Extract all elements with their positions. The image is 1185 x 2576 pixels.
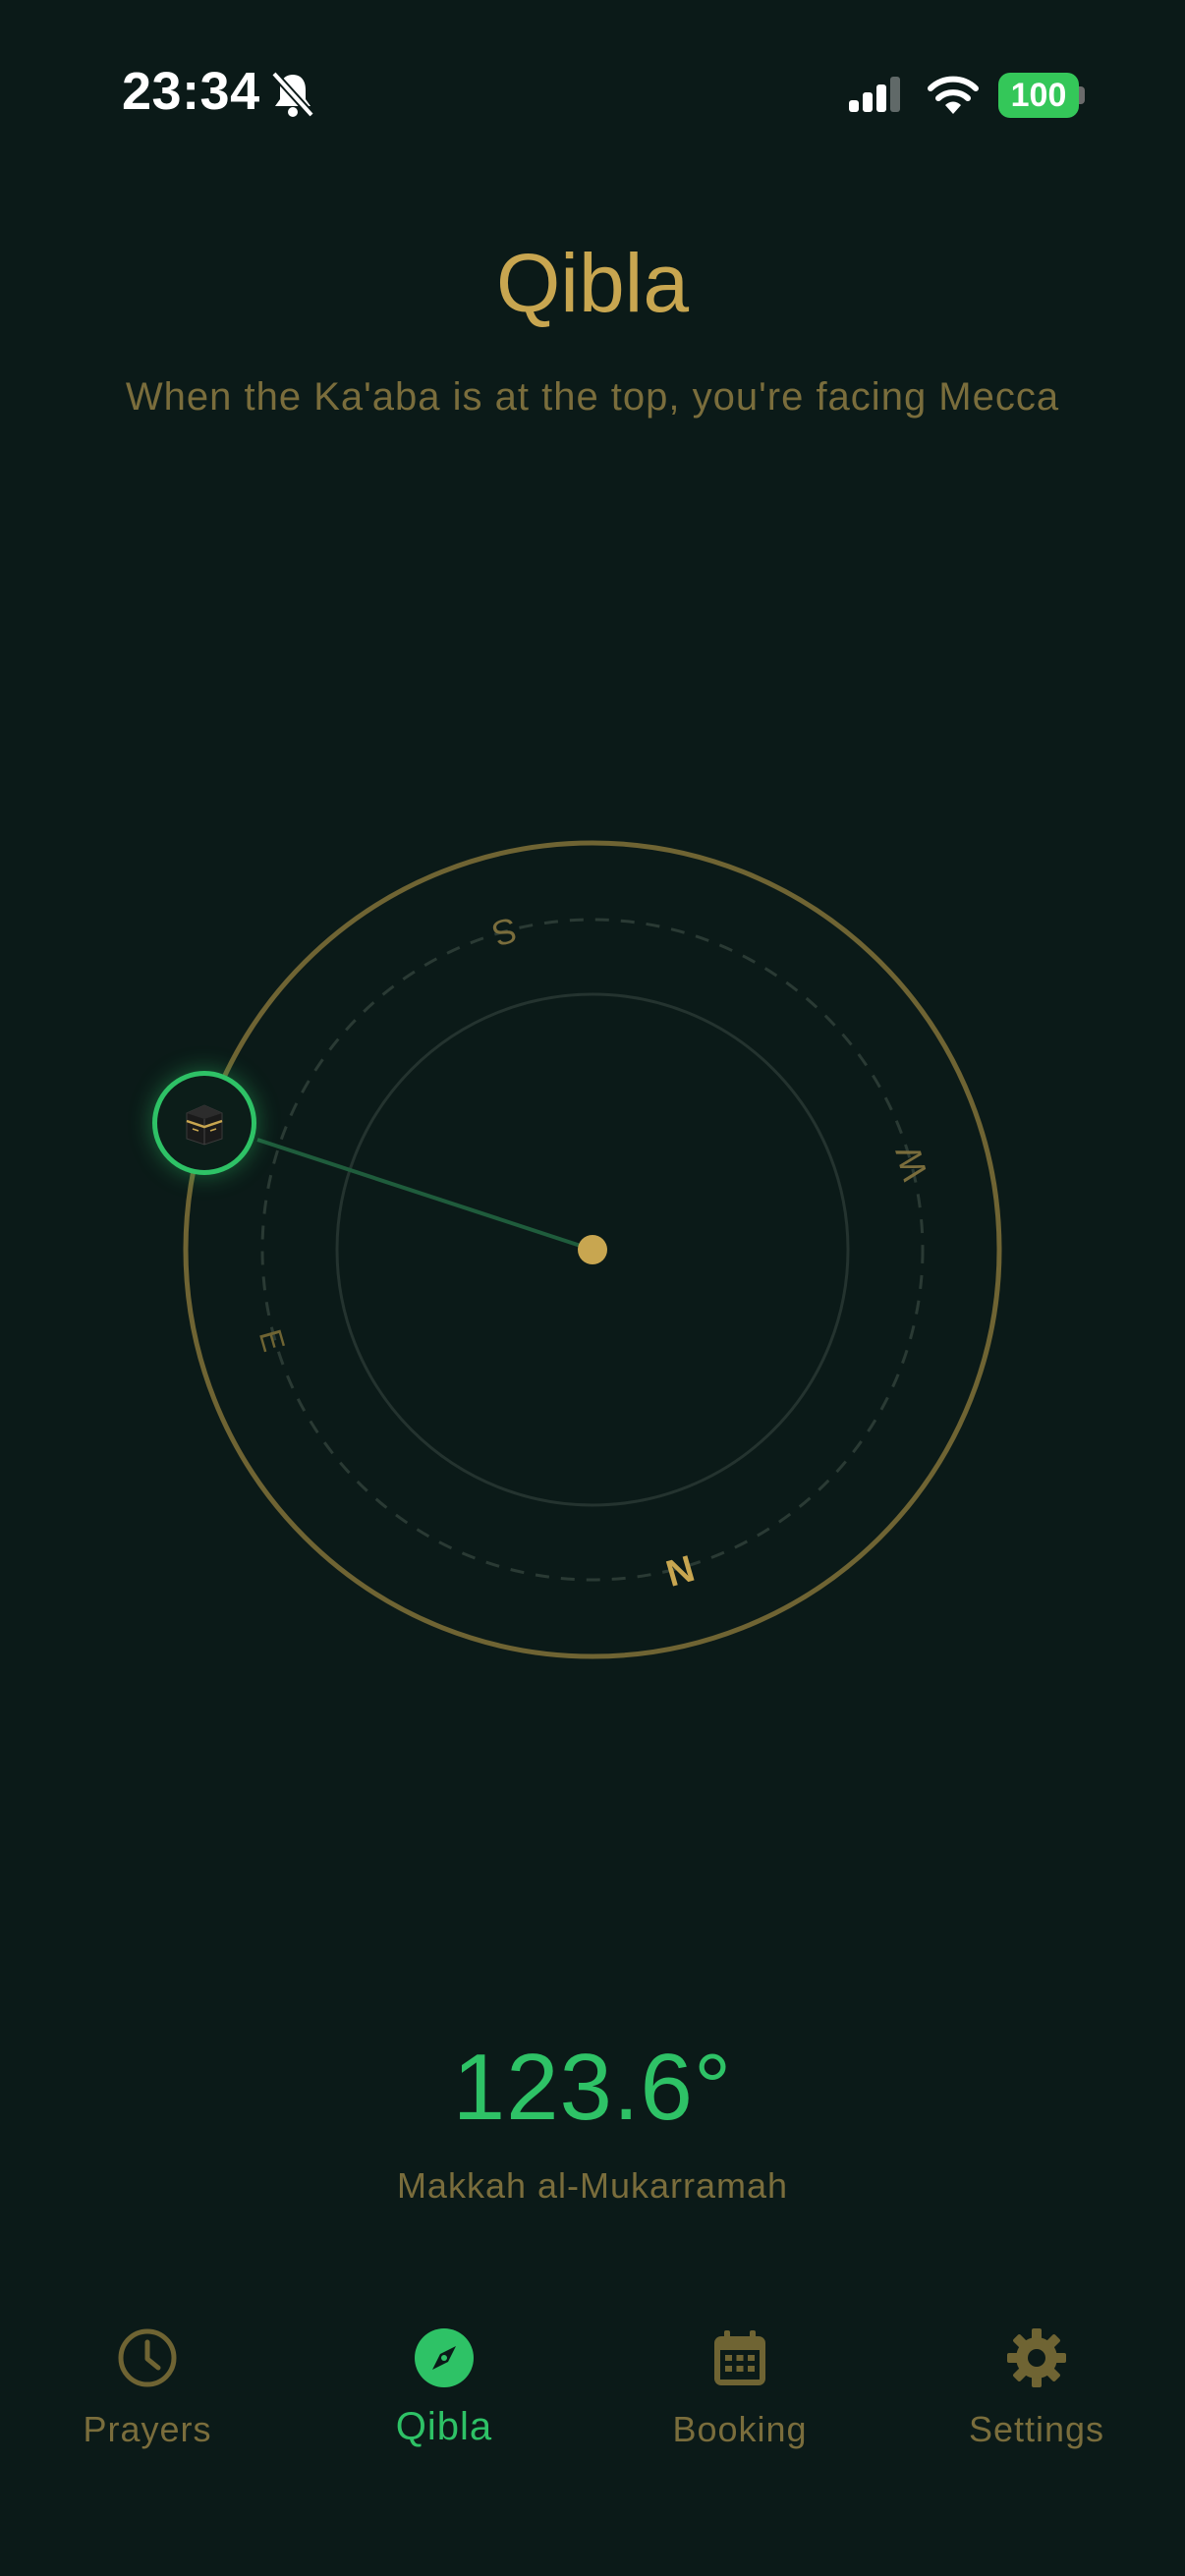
- compass-dashed-ring: [260, 918, 925, 1582]
- compass-inner-ring: [335, 992, 850, 1507]
- status-time: 23:34: [122, 62, 260, 121]
- tab-bar: Prayers Qibla Booking Settings: [0, 2289, 1185, 2576]
- status-bar: 23:34 100: [0, 0, 1185, 196]
- battery-nub: [1079, 86, 1085, 104]
- compass-icon: [415, 2328, 474, 2387]
- page-subtitle: When the Ka'aba is at the top, you're fa…: [125, 375, 1060, 419]
- compass-north-label: N: [662, 1548, 700, 1596]
- bell-muted-icon: [271, 71, 314, 118]
- qibla-location: Makkah al-Mukarramah: [396, 2165, 789, 2206]
- gear-icon: [1007, 2328, 1066, 2387]
- tab-prayers-label: Prayers: [83, 2409, 212, 2449]
- tab-qibla-label: Qibla: [395, 2405, 493, 2448]
- tab-prayers[interactable]: Prayers: [0, 2289, 295, 2486]
- tab-settings[interactable]: Settings: [889, 2289, 1184, 2486]
- cellular-signal-icon: [849, 77, 900, 112]
- page-title: Qibla: [495, 237, 690, 329]
- qibla-degree: 123.6°: [452, 2035, 733, 2140]
- qibla-direction-line: [256, 1138, 593, 1252]
- calendar-icon: [714, 2330, 765, 2385]
- kaaba-icon: [186, 1104, 223, 1146]
- battery-indicator: 100: [998, 73, 1079, 118]
- compass-west-label: W: [887, 1142, 935, 1185]
- compass-south-label: S: [487, 910, 521, 955]
- compass-east-label: E: [253, 1325, 292, 1355]
- clock-icon: [118, 2328, 177, 2387]
- compass-outer-ring: [183, 840, 1002, 1659]
- tab-booking-label: Booking: [672, 2409, 808, 2449]
- wifi-icon: [928, 76, 979, 114]
- compass-center-dot: [578, 1235, 607, 1264]
- kaaba-marker: [152, 1071, 256, 1175]
- tab-booking[interactable]: Booking: [592, 2289, 887, 2486]
- tab-qibla[interactable]: Qibla: [297, 2289, 592, 2486]
- tab-settings-label: Settings: [968, 2409, 1105, 2449]
